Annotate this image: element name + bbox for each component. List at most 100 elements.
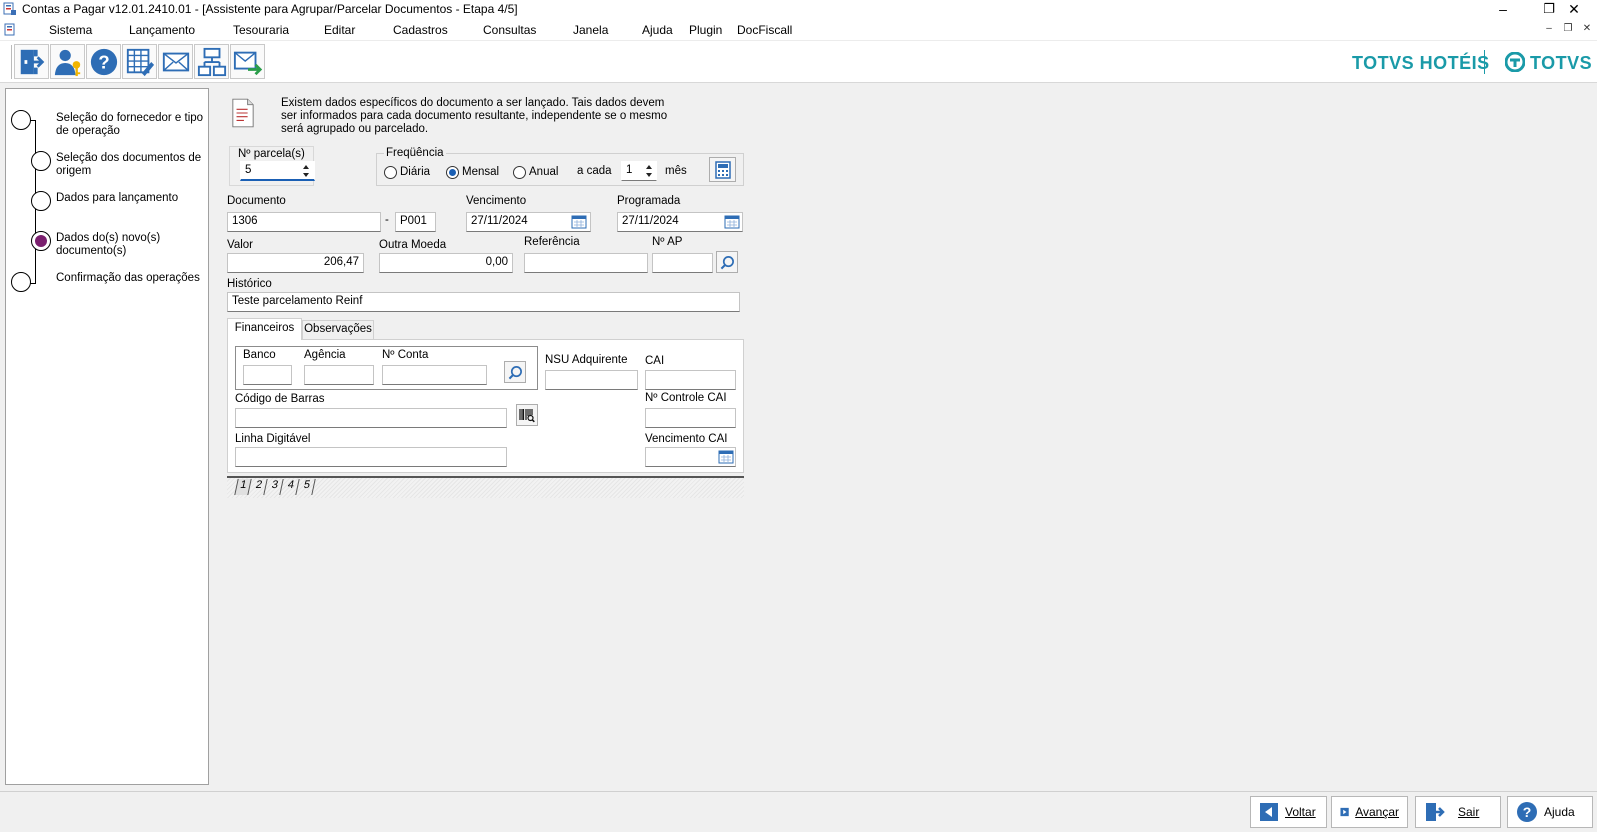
help-icon: ? [1517,802,1537,822]
banco-label: Banco [243,349,276,361]
documento-input[interactable]: 1306 [227,212,381,232]
help-icon: ? [90,48,117,75]
brand-totvs: TOTVS [1530,53,1593,73]
n-ap-search-button[interactable] [716,251,738,273]
tab-financeiros[interactable]: Financeiros [227,318,302,340]
spreadsheet-edit-toolbar-button[interactable] [122,44,157,79]
sair-button[interactable]: Sair [1415,796,1501,828]
vencimento-cai-calendar-icon[interactable] [718,450,734,464]
user-key-toolbar-button[interactable] [50,44,85,79]
ajuda-label: Ajuda [1544,805,1575,819]
valor-label: Valor [227,239,253,251]
menu-lancamento[interactable]: Lançamento [129,23,195,37]
mdi-minimize-button[interactable]: – [1541,23,1557,37]
vencimento-calendar-icon[interactable] [571,215,587,229]
info-text: Existem dados específicos do documento a… [281,97,668,135]
avancar-label: Avançar [1355,805,1399,819]
menu-consultas[interactable]: Consultas [483,23,536,37]
title-bar: Contas a Pagar v12.01.2410.01 - [Assiste… [0,0,1597,20]
exit-toolbar-button[interactable] [14,44,49,79]
barcode-scan-button[interactable] [516,404,538,426]
wizard-step-4-label: Dados do(s) novo(s) documento(s) [56,232,161,257]
magnifier-icon [508,365,522,379]
help-toolbar-button[interactable]: ? [86,44,121,79]
n-ap-input[interactable] [652,253,713,273]
documento-separator: - [385,214,389,226]
user-key-icon [54,49,80,76]
wizard-step-5-marker [11,272,31,292]
banco-input[interactable] [243,365,292,385]
agencia-label: Agência [304,349,346,361]
voltar-button[interactable]: Voltar [1250,796,1327,828]
hierarchy-toolbar-button[interactable] [194,44,229,79]
send-mail-icon [233,51,262,75]
ajuda-button[interactable]: ? Ajuda [1507,796,1593,828]
wizard-step-1-marker [11,110,31,130]
historico-label: Histórico [227,278,272,290]
mdi-restore-button[interactable]: ❐ [1560,23,1576,37]
frequencia-mensal-radio[interactable] [446,166,459,179]
nsu-label: NSU Adquirente [545,354,628,366]
historico-input[interactable]: Teste parcelamento Reinf [227,292,740,312]
tab-observacoes[interactable]: Observações [302,320,374,339]
referencia-input[interactable] [524,253,648,273]
wizard-step-2-marker [31,151,51,171]
document-info-icon [232,98,254,128]
close-button[interactable]: ✕ [1551,0,1597,20]
agencia-input[interactable] [304,365,374,385]
cai-label: CAI [645,355,665,367]
conta-input[interactable] [382,365,487,385]
nsu-input[interactable] [545,370,638,390]
forward-arrow-icon [1340,807,1349,817]
brand-totvs-hoteis: TOTVS HOTÉIS [1352,53,1490,73]
menu-editar[interactable]: Editar [324,23,355,37]
frequencia-anual-label[interactable]: Anual [529,166,558,178]
menu-tesouraria[interactable]: Tesouraria [233,23,289,37]
send-mail-toolbar-button[interactable] [230,44,265,79]
frequencia-diaria-radio[interactable] [384,166,397,179]
wizard-step-5-label: Confirmação das operações [56,272,200,284]
menu-ajuda[interactable]: Ajuda [642,23,673,37]
barcode-icon [519,409,535,423]
menu-sistema[interactable]: Sistema [49,23,92,37]
calculator-button[interactable] [709,157,736,182]
vencimento-label: Vencimento [466,195,527,207]
programada-label: Programada [617,195,681,207]
mail-toolbar-button[interactable] [158,44,193,79]
codigo-barras-input[interactable] [235,408,507,428]
calculator-icon [714,160,731,179]
avancar-button[interactable]: Avançar [1331,796,1408,828]
toolbar: ? TOTVS HOTÉIS TOTVS [0,41,1597,83]
linha-digitavel-input[interactable] [235,447,507,467]
controle-cai-input[interactable] [645,408,736,428]
menu-cadastros[interactable]: Cadastros [393,23,448,37]
window-title: Contas a Pagar v12.01.2410.01 - [Assiste… [22,2,518,16]
frequencia-label: Freqüência [384,147,446,159]
a-cada-spinner[interactable] [643,162,655,180]
a-cada-label: a cada [577,165,612,177]
parcelas-label: Nº parcela(s) [238,148,305,160]
app-icon [3,2,16,15]
menu-janela[interactable]: Janela [573,23,608,37]
wizard-step-2-label: Seleção dos documentos de origem [56,152,202,177]
mes-label: mês [665,165,687,177]
parcelas-spinner[interactable] [300,162,312,180]
menu-plugin[interactable]: Plugin [689,23,722,37]
minimize-button[interactable]: – [1480,0,1526,20]
outra-moeda-input[interactable]: 0,00 [379,253,513,273]
menu-docfiscall[interactable]: DocFiscall [737,23,792,37]
frequencia-mensal-label[interactable]: Mensal [462,166,499,178]
frequencia-anual-radio[interactable] [513,166,526,179]
cai-input[interactable] [645,370,736,390]
conta-search-button[interactable] [504,361,526,383]
programada-calendar-icon[interactable] [724,215,740,229]
exit-door-icon [20,49,44,74]
exit-door-icon [1426,803,1445,821]
documento-suffix-input[interactable]: P001 [395,212,436,232]
conta-label: Nº Conta [382,349,429,361]
mdi-close-button[interactable]: ✕ [1579,23,1595,37]
valor-input[interactable]: 206,47 [227,253,364,273]
frequencia-diaria-label[interactable]: Diária [400,166,430,178]
wizard-step-1-label: Seleção do fornecedor e tipo de operação [56,112,204,137]
documento-label: Documento [227,195,286,207]
